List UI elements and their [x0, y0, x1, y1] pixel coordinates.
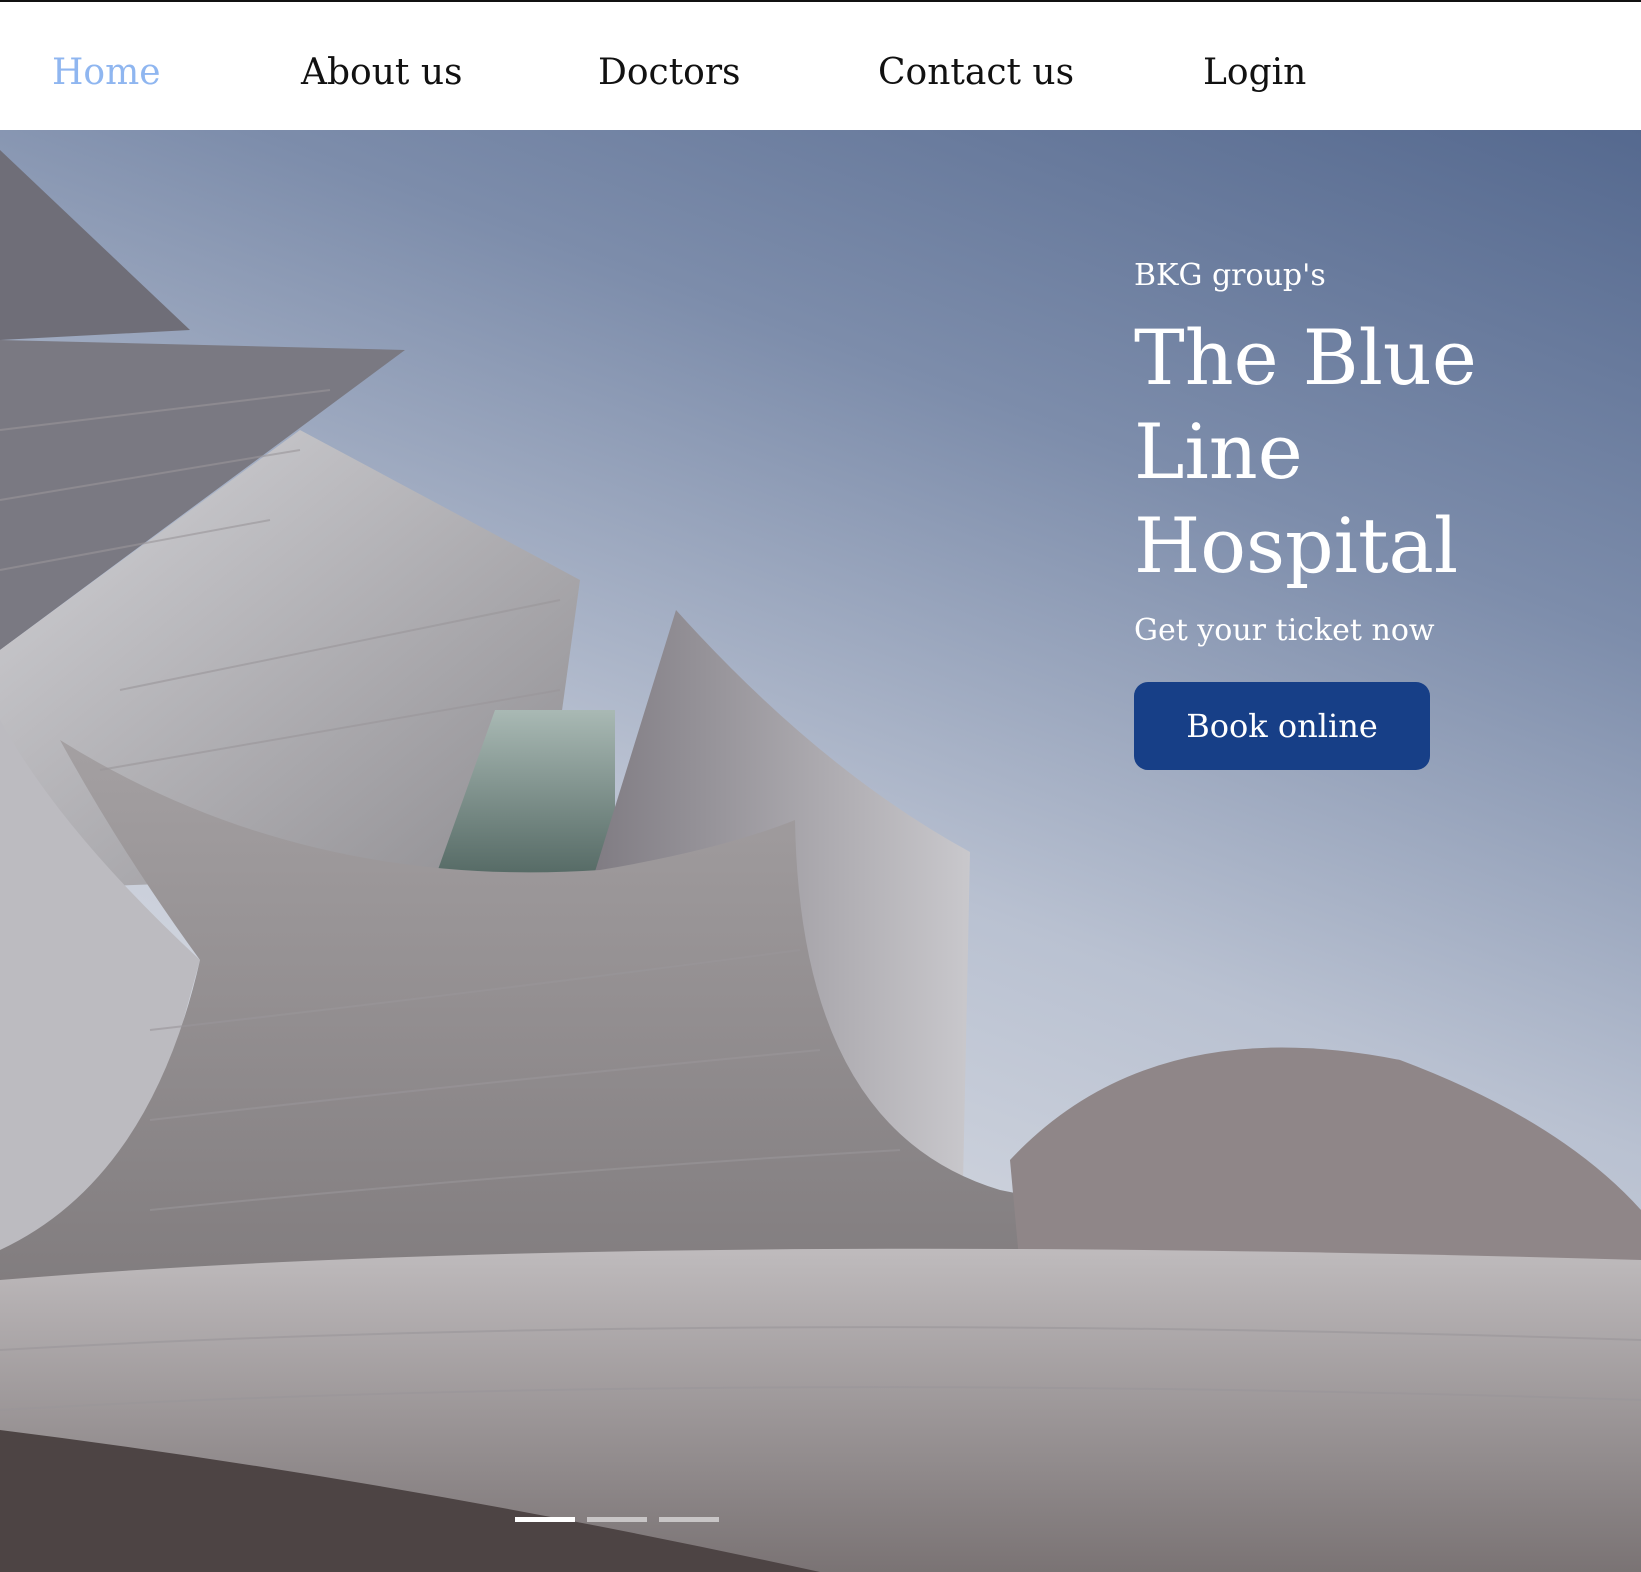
book-online-button[interactable]: Book online	[1134, 682, 1430, 770]
carousel-indicators	[515, 1517, 719, 1525]
carousel-indicator-1[interactable]	[515, 1517, 575, 1522]
nav-doctors-link[interactable]: Doctors	[598, 52, 741, 93]
nav-login-link[interactable]: Login	[1203, 52, 1306, 93]
hero-banner: BKG group's The Blue Line Hospital Get y…	[0, 130, 1641, 1572]
hero-content: BKG group's The Blue Line Hospital Get y…	[1134, 258, 1634, 770]
nav-contact-us-link[interactable]: Contact us	[878, 52, 1074, 93]
hero-subtitle: Get your ticket now	[1134, 613, 1435, 648]
carousel-indicator-2[interactable]	[587, 1517, 647, 1522]
hero-kicker: BKG group's	[1134, 258, 1326, 293]
hero-title: The Blue Line Hospital	[1134, 313, 1477, 590]
nav-home-link[interactable]: Home	[52, 52, 161, 93]
top-navigation: Home About us Doctors Contact us Login	[0, 2, 1641, 130]
nav-about-us-link[interactable]: About us	[301, 52, 462, 93]
carousel-indicator-3[interactable]	[659, 1517, 719, 1522]
